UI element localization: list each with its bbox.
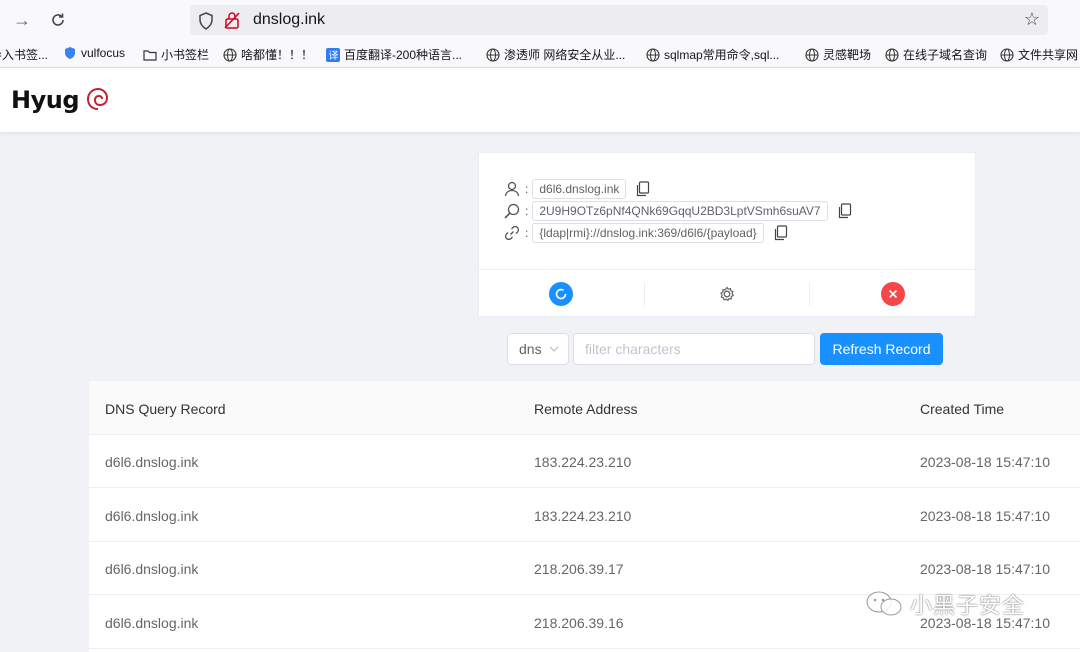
translate-icon: 译 <box>326 47 340 62</box>
time-cell: 2023-08-18 15:47:10 <box>920 561 1050 577</box>
browser-toolbar: → dnslog.ink ☆ <box>0 0 1080 40</box>
time-cell: 2023-08-18 15:47:10 <box>920 508 1050 524</box>
bookmark-item[interactable]: 渗透师 网络安全从业... <box>486 46 625 63</box>
logo-swirl-icon <box>86 87 110 118</box>
domain-row: : d6l6.dnslog.ink <box>503 179 650 199</box>
copy-icon[interactable] <box>636 181 650 197</box>
watermark: 小黑子安全 <box>864 588 1025 620</box>
address-cell: 183.224.23.210 <box>534 508 632 524</box>
bookmark-item[interactable]: 灵感靶场 <box>805 46 871 63</box>
record-type-value: dns <box>519 341 542 357</box>
insecure-lock-icon[interactable] <box>224 11 240 34</box>
copy-icon[interactable] <box>774 225 788 241</box>
logo-text: Hyug <box>11 86 80 114</box>
app-header: Hyug <box>0 68 1080 132</box>
globe-icon <box>486 47 500 62</box>
reload-icon[interactable] <box>46 8 70 32</box>
chevron-down-icon <box>549 346 559 352</box>
dnslog-info-card: : d6l6.dnslog.ink : 2U9H9OTz6pNf4QNk69Gq… <box>478 152 976 317</box>
globe-icon <box>223 47 237 62</box>
table-header: DNS Query Record Remote Address Created … <box>89 381 1080 435</box>
globe-icon <box>1000 47 1014 62</box>
token-row: : 2U9H9OTz6pNf4QNk69GqqU2BD3LptVSmh6suAV… <box>503 201 852 221</box>
payload-tag: {ldap|rmi}://dnslog.ink:369/d6l6/{payloa… <box>532 223 764 243</box>
svg-text:译: 译 <box>329 50 339 62</box>
domain-tag: d6l6.dnslog.ink <box>532 179 627 199</box>
bookmark-item[interactable]: 在线子域名查询 <box>885 46 987 63</box>
record-cell: d6l6.dnslog.ink <box>105 454 199 470</box>
globe-icon <box>646 47 660 62</box>
bookmark-item[interactable]: 啥都懂！！！ <box>223 46 313 63</box>
bookmark-item[interactable]: 小书签栏 <box>143 46 209 63</box>
record-cell: d6l6.dnslog.ink <box>105 508 199 524</box>
search-icon <box>504 203 520 219</box>
url-bar[interactable]: dnslog.ink ☆ <box>190 5 1048 35</box>
globe-icon <box>885 47 899 62</box>
table-row: d6l6.dnslog.ink 183.224.23.210 2023-08-1… <box>89 435 1080 488</box>
address-cell: 218.206.39.17 <box>534 561 624 577</box>
url-text: dnslog.ink <box>253 11 326 28</box>
time-cell: 2023-08-18 15:47:10 <box>920 454 1050 470</box>
link-icon <box>504 225 520 241</box>
refresh-record-button[interactable]: Refresh Record <box>820 333 943 365</box>
table-row: d6l6.dnslog.ink 183.224.23.210 2023-08-1… <box>89 489 1080 542</box>
settings-gear-icon[interactable] <box>715 282 739 306</box>
column-header: Remote Address <box>534 401 638 417</box>
record-cell: d6l6.dnslog.ink <box>105 561 199 577</box>
wechat-icon <box>866 591 902 616</box>
bookmark-item[interactable]: 导入书签... <box>0 46 48 63</box>
user-icon <box>504 181 520 197</box>
watermark-text: 小黑子安全 <box>910 594 1026 619</box>
address-cell: 183.224.23.210 <box>534 454 632 470</box>
column-header: DNS Query Record <box>105 401 226 417</box>
bookmark-item[interactable]: 译 百度翻译-200种语言... <box>326 46 462 63</box>
bookmark-item[interactable]: sqlmap常用命令,sql... <box>646 46 779 63</box>
tracking-shield-icon[interactable] <box>198 12 214 35</box>
shield-icon <box>65 47 75 59</box>
close-icon[interactable] <box>881 282 905 306</box>
bookmarks-bar: 导入书签... vulfocus 小书签栏 啥都懂！！！ 译 百度翻译-200种… <box>0 40 1080 68</box>
bookmark-item[interactable]: vulfocus <box>63 46 125 60</box>
record-cell: d6l6.dnslog.ink <box>105 615 199 631</box>
bookmark-star-icon[interactable]: ☆ <box>1024 9 1040 30</box>
forward-icon[interactable]: → <box>10 8 34 32</box>
refresh-icon[interactable] <box>549 282 573 306</box>
globe-icon <box>805 47 819 62</box>
column-header: Created Time <box>920 401 1005 417</box>
payload-row: : {ldap|rmi}://dnslog.ink:369/d6l6/{payl… <box>503 223 788 243</box>
bookmark-item[interactable]: 文件共享网 <box>1000 46 1078 63</box>
card-actions <box>479 269 975 317</box>
folder-icon <box>143 49 157 61</box>
filter-input[interactable] <box>573 333 815 365</box>
address-cell: 218.206.39.16 <box>534 615 624 631</box>
copy-icon[interactable] <box>838 203 852 219</box>
token-tag: 2U9H9OTz6pNf4QNk69GqqU2BD3LptVSmh6suAV7 <box>532 201 828 221</box>
record-type-select[interactable]: dns <box>507 333 569 365</box>
